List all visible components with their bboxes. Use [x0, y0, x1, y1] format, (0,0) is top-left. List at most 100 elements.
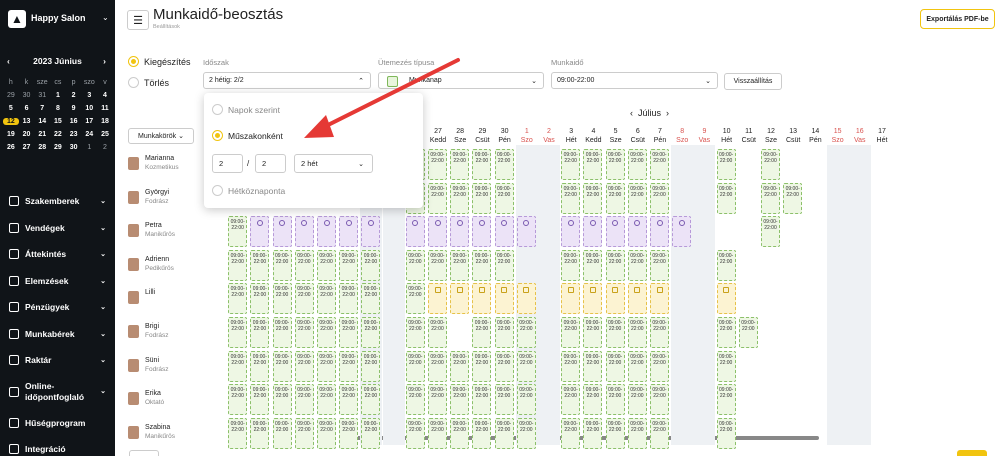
shift-cell[interactable]: 09:00-22:00 [250, 417, 270, 449]
shift-cell[interactable]: 09:00-22:00 [494, 350, 514, 382]
shift-cell[interactable]: 09:00-22:00 [405, 249, 425, 281]
shift-cell[interactable] [561, 216, 581, 248]
shift-cell[interactable]: 09:00-22:00 [494, 317, 514, 348]
shift-cell[interactable]: 09:00-22:00 [228, 350, 248, 382]
shift-cell[interactable]: 09:00-22:00 [472, 249, 492, 281]
shift-cell[interactable]: 09:00-22:00 [605, 149, 625, 180]
calendar-day[interactable]: 1 [50, 92, 66, 99]
shift-cell[interactable] [250, 216, 270, 248]
shift-cell[interactable] [605, 216, 625, 248]
shift-cell[interactable] [516, 283, 536, 315]
shift-cell[interactable]: 09:00-22:00 [561, 249, 581, 281]
calendar-day[interactable]: 26 [3, 144, 19, 151]
calendar-day[interactable]: 5 [3, 105, 19, 112]
shift-cell[interactable]: 09:00-22:00 [428, 350, 447, 382]
sidebar-item[interactable]: Raktár ⌄ [0, 347, 115, 374]
shift-cell[interactable]: 09:00-22:00 [716, 384, 736, 416]
shift-cell[interactable]: 09:00-22:00 [428, 249, 447, 281]
shift-cell[interactable]: 09:00-22:00 [605, 384, 625, 416]
shift-cell[interactable] [317, 216, 336, 248]
staff-row[interactable]: Petra Manikűrös [128, 217, 208, 250]
shift-cell[interactable] [272, 216, 292, 248]
sidebar-item[interactable]: Integráció [0, 436, 115, 456]
sidebar-item[interactable]: Vendégek ⌄ [0, 215, 115, 242]
shift-cell[interactable]: 09:00-22:00 [272, 384, 292, 416]
shift-cell[interactable]: 09:00-22:00 [250, 283, 270, 315]
calendar-day[interactable]: 4 [97, 92, 113, 99]
shift-cell[interactable]: 09:00-22:00 [428, 384, 447, 416]
shift-cell[interactable]: 09:00-22:00 [583, 350, 603, 382]
calendar-day[interactable]: 11 [97, 105, 113, 112]
shift-cell[interactable]: 09:00-22:00 [272, 283, 292, 315]
shift-cell[interactable] [450, 216, 470, 248]
shift-cell[interactable] [294, 216, 314, 248]
shift-cell[interactable]: 09:00-22:00 [561, 350, 581, 382]
shift-cell[interactable]: 09:00-22:00 [738, 317, 758, 348]
shift-cell[interactable] [605, 283, 625, 315]
shift-cell[interactable]: 09:00-22:00 [250, 350, 270, 382]
shift-cell[interactable]: 09:00-22:00 [561, 182, 581, 214]
bottom-button[interactable] [129, 450, 159, 456]
shift-cell[interactable] [472, 283, 492, 315]
staff-row[interactable]: Brigi Fodrász [128, 318, 208, 351]
shift-cell[interactable] [672, 216, 692, 248]
shift-cell[interactable]: 09:00-22:00 [583, 249, 603, 281]
shift-cell[interactable]: 09:00-22:00 [516, 417, 536, 449]
shift-cell[interactable]: 09:00-22:00 [583, 384, 603, 416]
shift-cell[interactable]: 09:00-22:00 [317, 283, 336, 315]
shift-cell[interactable]: 09:00-22:00 [650, 149, 669, 180]
shift-cell[interactable]: 09:00-22:00 [583, 149, 603, 180]
radio-by-weekdays[interactable]: Hétköznaponta [212, 185, 285, 196]
staff-row[interactable]: Lilli [128, 284, 208, 317]
radio-delete[interactable]: Törlés [128, 77, 169, 88]
shift-count-b[interactable]: 2 [255, 154, 286, 173]
sidebar-item[interactable]: Szakemberek ⌄ [0, 188, 115, 215]
type-select[interactable]: Munkanap ⌄ [378, 72, 544, 89]
calendar-day[interactable]: 22 [50, 131, 66, 138]
shift-cell[interactable]: 09:00-22:00 [472, 317, 492, 348]
shift-cell[interactable]: 09:00-22:00 [605, 417, 625, 449]
shift-cell[interactable]: 09:00-22:00 [294, 384, 314, 416]
calendar-day[interactable]: 27 [19, 144, 35, 151]
shift-cell[interactable]: 09:00-22:00 [650, 350, 669, 382]
shift-cell[interactable]: 09:00-22:00 [605, 182, 625, 214]
shift-cell[interactable]: 09:00-22:00 [605, 317, 625, 348]
shift-cell[interactable]: 09:00-22:00 [494, 182, 514, 214]
weeks-select[interactable]: 2 hét ⌄ [294, 154, 373, 173]
radio-add[interactable]: Kiegészítés [128, 56, 191, 67]
shift-cell[interactable]: 09:00-22:00 [627, 249, 647, 281]
shift-cell[interactable]: 09:00-22:00 [294, 283, 314, 315]
shift-cell[interactable]: 09:00-22:00 [361, 317, 381, 348]
calendar-day[interactable]: 7 [34, 105, 50, 112]
calendar-day[interactable]: 18 [97, 118, 113, 125]
shift-cell[interactable]: 09:00-22:00 [494, 384, 514, 416]
shift-cell[interactable]: 09:00-22:00 [472, 350, 492, 382]
sidebar-item[interactable]: Áttekintés ⌄ [0, 241, 115, 268]
calendar-day[interactable]: 30 [66, 144, 82, 151]
shift-cell[interactable]: 09:00-22:00 [450, 384, 470, 416]
shift-cell[interactable]: 09:00-22:00 [272, 317, 292, 348]
shift-cell[interactable] [650, 216, 669, 248]
shift-cell[interactable]: 09:00-22:00 [428, 149, 447, 180]
shift-cell[interactable]: 09:00-22:00 [272, 350, 292, 382]
shift-cell[interactable]: 09:00-22:00 [627, 417, 647, 449]
shift-cell[interactable]: 09:00-22:00 [250, 384, 270, 416]
shift-cell[interactable]: 09:00-22:00 [716, 249, 736, 281]
shift-cell[interactable]: 09:00-22:00 [339, 417, 359, 449]
shift-cell[interactable]: 09:00-22:00 [716, 417, 736, 449]
shift-cell[interactable]: 09:00-22:00 [583, 317, 603, 348]
shift-cell[interactable]: 09:00-22:00 [605, 249, 625, 281]
shift-cell[interactable]: 09:00-22:00 [605, 350, 625, 382]
shift-cell[interactable]: 09:00-22:00 [428, 317, 447, 348]
calendar-day[interactable]: 21 [34, 131, 50, 138]
shift-cell[interactable] [494, 283, 514, 315]
calendar-day[interactable]: 23 [66, 131, 82, 138]
shift-cell[interactable]: 09:00-22:00 [494, 149, 514, 180]
calendar-day[interactable]: 1 [81, 144, 97, 151]
shift-cell[interactable]: 09:00-22:00 [627, 384, 647, 416]
shift-cell[interactable]: 09:00-22:00 [450, 182, 470, 214]
shift-cell[interactable]: 09:00-22:00 [450, 350, 470, 382]
sidebar-item[interactable]: Munkabérek ⌄ [0, 321, 115, 348]
staff-row[interactable]: Szabina Manikűrös [128, 419, 208, 452]
shift-cell[interactable] [428, 283, 447, 315]
